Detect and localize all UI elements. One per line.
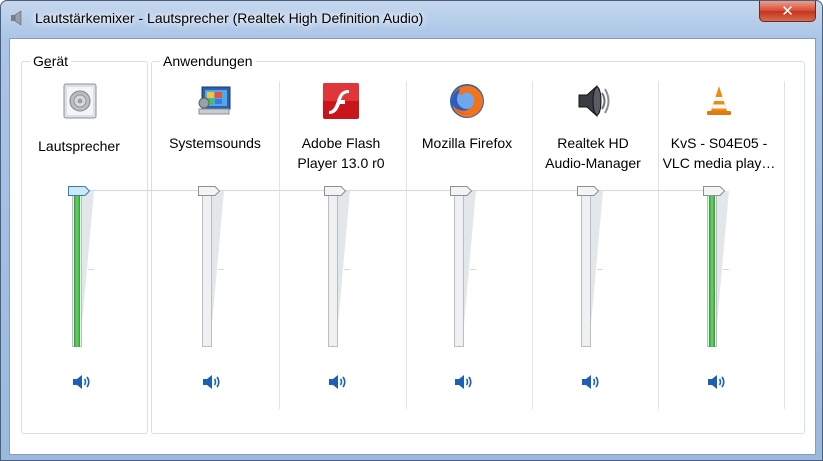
- mute-toggle-speaker-icon[interactable]: [328, 373, 350, 391]
- volume-track[interactable]: [454, 191, 464, 347]
- column-separator: [279, 81, 280, 409]
- realtek-speaker-icon: [578, 84, 610, 118]
- mute-toggle-speaker-icon[interactable]: [202, 373, 224, 391]
- volume-level-meter: [74, 191, 80, 347]
- app-volume-thumb[interactable]: [449, 185, 473, 197]
- slider-tick: [597, 269, 603, 270]
- app-name-label: Mozilla Firefox: [421, 135, 513, 151]
- slider-tick: [344, 269, 350, 270]
- app-volume-thumb[interactable]: [702, 185, 726, 197]
- volume-track[interactable]: [581, 191, 591, 347]
- device-volume-thumb[interactable]: [67, 185, 91, 197]
- volume-level-meter: [709, 191, 715, 347]
- app-name-label: KvS - S04E05 - VLC media play…: [662, 135, 776, 171]
- slider-tick: [218, 269, 224, 270]
- device-group-label: Gerät: [30, 53, 72, 69]
- slider-tick: [88, 269, 94, 270]
- app-volume-thumb[interactable]: [197, 185, 221, 197]
- master-link-line: [89, 190, 715, 191]
- column-separator: [658, 81, 659, 409]
- app-name-label: Realtek HD Audio-Manager: [545, 135, 641, 171]
- mute-toggle-speaker-icon[interactable]: [707, 373, 729, 391]
- window-title: Lautstärkemixer - Lautsprecher (Realtek …: [35, 10, 424, 26]
- column-separator: [406, 81, 407, 409]
- column-separator: [784, 81, 785, 409]
- flash-player-icon: [323, 83, 359, 119]
- mute-toggle-speaker-icon[interactable]: [581, 373, 603, 391]
- title-bar[interactable]: Lautstärkemixer - Lautsprecher (Realtek …: [1, 1, 823, 35]
- volume-track[interactable]: [328, 191, 338, 347]
- vlc-cone-icon: [707, 86, 731, 115]
- firefox-icon: [450, 84, 484, 118]
- app-volume-thumb[interactable]: [576, 185, 600, 197]
- mute-toggle-speaker-icon[interactable]: [454, 373, 476, 391]
- app-name-label: Adobe Flash Player 13.0 r0: [297, 135, 385, 171]
- app-volume-thumb[interactable]: [323, 185, 347, 197]
- system-sounds-icon: [198, 86, 231, 115]
- slider-tick: [723, 269, 729, 270]
- device-name-label: Lautsprecher: [38, 138, 120, 154]
- volume-mixer-window: Lautstärkemixer - Lautsprecher (Realtek …: [0, 0, 823, 461]
- column-separator: [532, 81, 533, 409]
- close-button[interactable]: ✕: [759, 1, 816, 22]
- mute-toggle-speaker-icon[interactable]: [72, 373, 94, 391]
- slider-tick: [470, 269, 476, 270]
- applications-group-label: Anwendungen: [160, 53, 256, 69]
- speaker-device-icon: [63, 83, 97, 119]
- app-name-label: Systemsounds: [169, 135, 261, 151]
- volume-track[interactable]: [202, 191, 212, 347]
- close-icon: ✕: [781, 2, 794, 20]
- speaker-app-icon: [11, 10, 22, 26]
